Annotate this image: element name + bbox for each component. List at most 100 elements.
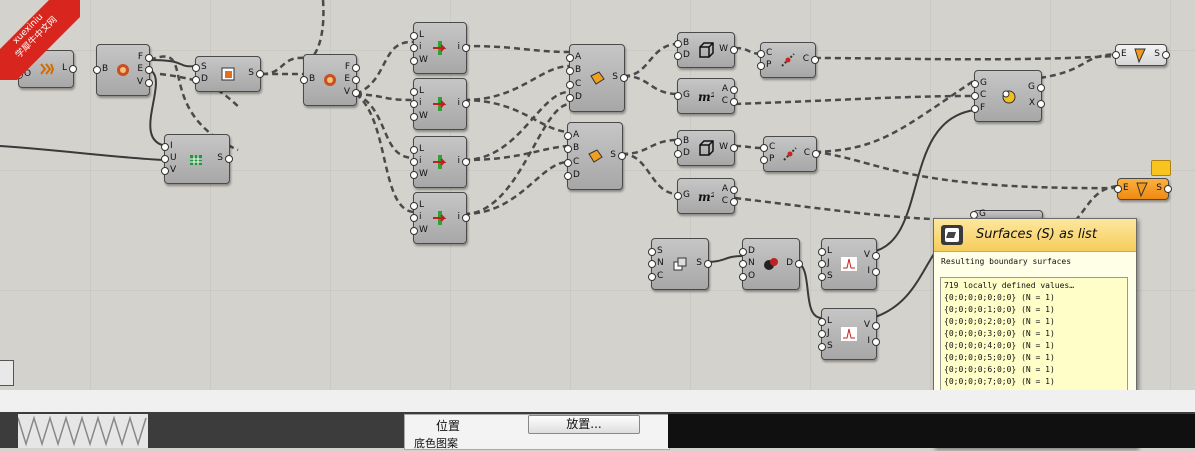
component-lin-3[interactable]: LiWi [410, 136, 470, 188]
input-grip[interactable] [739, 260, 747, 268]
input-grip[interactable] [410, 145, 418, 154]
input-grip[interactable] [410, 56, 418, 65]
input-grip[interactable] [161, 143, 169, 151]
input-grip[interactable] [818, 260, 826, 268]
input-grip[interactable] [566, 80, 574, 89]
input-grip[interactable] [1112, 51, 1120, 59]
output-grip[interactable] [872, 251, 880, 260]
component-es-1[interactable]: ES [1112, 44, 1170, 66]
input-grip[interactable] [648, 247, 656, 256]
output-grip[interactable] [462, 100, 470, 108]
input-grip[interactable] [648, 272, 656, 281]
component-area-1[interactable]: G ACm² [674, 78, 738, 114]
component-abcd-1[interactable]: ABCD S [566, 44, 628, 112]
output-grip[interactable] [730, 144, 738, 152]
input-grip[interactable] [161, 167, 169, 175]
input-grip[interactable] [818, 272, 826, 281]
component-b-fev-1[interactable]: B FEV [93, 44, 153, 96]
input-grip[interactable] [818, 330, 826, 338]
component-gcf[interactable]: GCFGX [971, 70, 1045, 122]
message-bubble-icon[interactable] [1151, 160, 1171, 176]
component-bdw-1[interactable]: BD W [674, 32, 738, 68]
input-grip[interactable] [674, 192, 682, 200]
input-grip[interactable] [739, 272, 747, 281]
output-grip[interactable] [1037, 83, 1045, 92]
output-grip[interactable] [145, 53, 153, 62]
input-grip[interactable] [566, 54, 574, 63]
component-bdw-2[interactable]: BD W [674, 130, 738, 166]
input-grip[interactable] [192, 64, 200, 73]
input-grip[interactable] [1114, 185, 1122, 193]
component-cp-1[interactable]: CPC [757, 42, 819, 78]
input-grip[interactable] [93, 66, 101, 74]
input-grip[interactable] [757, 61, 765, 70]
output-grip[interactable] [730, 46, 738, 54]
component-area-2[interactable]: G ACm² [674, 178, 738, 214]
output-grip[interactable] [462, 214, 470, 222]
output-grip[interactable] [352, 88, 360, 97]
output-grip[interactable] [730, 97, 738, 106]
input-grip[interactable] [410, 201, 418, 210]
input-grip[interactable] [192, 75, 200, 84]
input-grip[interactable] [674, 138, 682, 147]
component-shift-1[interactable]: SDS [192, 56, 264, 92]
input-grip[interactable] [161, 155, 169, 163]
output-grip[interactable] [145, 66, 153, 74]
output-grip[interactable] [352, 63, 360, 72]
component-abcd-2[interactable]: ABCD S [564, 122, 626, 190]
input-grip[interactable] [410, 112, 418, 121]
input-grip[interactable] [818, 247, 826, 256]
input-grip[interactable] [648, 260, 656, 268]
component-dno[interactable]: DNOD [739, 238, 803, 290]
input-grip[interactable] [410, 158, 418, 166]
input-grip[interactable] [564, 132, 572, 141]
input-grip[interactable] [410, 31, 418, 40]
output-grip[interactable] [872, 321, 880, 330]
component-ljs-2[interactable]: LJS VI [818, 308, 880, 360]
output-grip[interactable] [1164, 185, 1172, 193]
input-grip[interactable] [564, 145, 572, 154]
input-grip[interactable] [971, 79, 979, 88]
input-grip[interactable] [410, 170, 418, 179]
input-grip[interactable] [410, 44, 418, 52]
input-grip[interactable] [674, 92, 682, 100]
component-iuv[interactable]: IUV S [161, 134, 233, 184]
place-button[interactable]: 放置... [528, 415, 640, 434]
component-ljs-1[interactable]: LJS VI [818, 238, 880, 290]
output-grip[interactable] [1162, 51, 1170, 59]
input-grip[interactable] [300, 76, 308, 84]
component-snc[interactable]: SNCS [648, 238, 712, 290]
output-grip[interactable] [145, 78, 153, 87]
output-grip[interactable] [812, 150, 820, 158]
output-grip[interactable] [704, 260, 712, 268]
output-grip[interactable] [795, 260, 803, 268]
component-lin-1[interactable]: LiWi [410, 22, 470, 74]
input-grip[interactable] [971, 92, 979, 100]
input-grip[interactable] [564, 171, 572, 180]
component-lin-4[interactable]: LiWi [410, 192, 470, 244]
side-toggle-button[interactable] [0, 360, 14, 386]
input-grip[interactable] [760, 155, 768, 164]
input-grip[interactable] [674, 149, 682, 158]
input-grip[interactable] [410, 87, 418, 96]
input-grip[interactable] [739, 247, 747, 256]
input-grip[interactable] [410, 100, 418, 108]
output-grip[interactable] [730, 197, 738, 206]
output-grip[interactable] [618, 152, 626, 160]
output-grip[interactable] [256, 70, 264, 78]
input-grip[interactable] [818, 317, 826, 326]
output-grip[interactable] [620, 74, 628, 82]
output-grip[interactable] [352, 76, 360, 84]
input-grip[interactable] [566, 93, 574, 102]
output-grip[interactable] [225, 155, 233, 163]
input-grip[interactable] [410, 226, 418, 235]
output-grip[interactable] [462, 158, 470, 166]
component-lin-2[interactable]: LiWi [410, 78, 470, 130]
component-b-fev-2[interactable]: B FEV [300, 54, 360, 106]
input-grip[interactable] [566, 67, 574, 76]
input-grip[interactable] [564, 158, 572, 167]
component-es-2[interactable]: ES [1114, 178, 1172, 200]
input-grip[interactable] [971, 104, 979, 113]
output-grip[interactable] [811, 56, 819, 64]
component-cp-2[interactable]: CPC [760, 136, 820, 172]
